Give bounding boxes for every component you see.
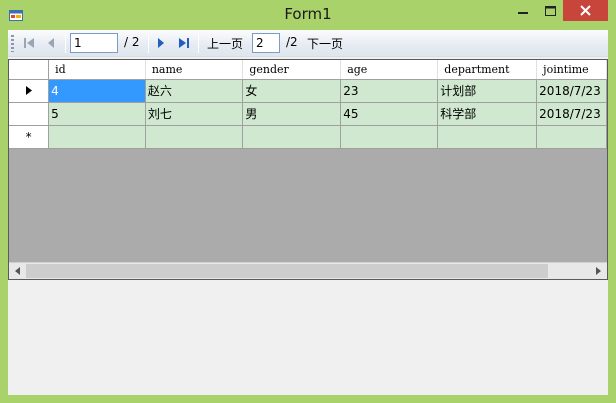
- form1-window: Form1 / 2: [0, 0, 616, 403]
- cell-gender[interactable]: 女: [242, 79, 342, 103]
- scrollbar-thumb[interactable]: [26, 264, 548, 278]
- current-row-arrow-icon: [25, 85, 32, 95]
- binding-navigator: / 2 上一页 /2 下一页: [8, 30, 608, 57]
- new-row-marker[interactable]: *: [9, 125, 50, 149]
- move-last-icon: [179, 38, 189, 48]
- move-first-button[interactable]: [21, 35, 37, 51]
- cell-jointime[interactable]: 2018/7/23: [536, 79, 607, 103]
- new-cell[interactable]: [242, 125, 342, 149]
- horizontal-scrollbar[interactable]: [9, 262, 607, 279]
- table-row[interactable]: 5 刘七 男 45 科学部 2018/7/23: [9, 102, 607, 126]
- minimize-button[interactable]: [509, 0, 537, 21]
- column-header-id[interactable]: id: [48, 60, 146, 80]
- column-header-name[interactable]: name: [145, 60, 244, 80]
- move-next-button[interactable]: [153, 35, 169, 51]
- cell-department[interactable]: 科学部: [437, 102, 538, 126]
- client-area: / 2 上一页 /2 下一页: [8, 30, 608, 395]
- column-header-age[interactable]: age: [340, 60, 439, 80]
- chevron-right-icon: [596, 267, 601, 275]
- column-header-department[interactable]: department: [437, 60, 538, 80]
- toolbar-separator: [148, 34, 149, 53]
- new-cell[interactable]: [48, 125, 146, 149]
- toolbar-separator: [198, 34, 199, 53]
- move-last-button[interactable]: [176, 35, 192, 51]
- title-bar[interactable]: Form1: [0, 0, 616, 30]
- table-row[interactable]: 4 赵六 女 23 计划部 2018/7/23: [9, 79, 607, 103]
- row-header[interactable]: [9, 102, 50, 126]
- new-cell[interactable]: [536, 125, 607, 149]
- next-page-button[interactable]: 下一页: [307, 35, 343, 52]
- new-cell[interactable]: [437, 125, 538, 149]
- cell-id[interactable]: 4: [48, 79, 146, 103]
- position-input[interactable]: [70, 33, 118, 53]
- scroll-left-button[interactable]: [9, 263, 26, 279]
- move-previous-button[interactable]: [43, 35, 59, 51]
- cell-id[interactable]: 5: [48, 102, 146, 126]
- grid-table: id name gender age department jointime 4: [9, 60, 607, 149]
- move-previous-icon: [48, 38, 54, 48]
- close-button[interactable]: [563, 0, 608, 21]
- new-row[interactable]: *: [9, 125, 607, 149]
- toolbar-grip[interactable]: [11, 35, 14, 52]
- top-left-header-cell[interactable]: [9, 60, 50, 80]
- column-header-row: id name gender age department jointime: [9, 60, 607, 80]
- column-header-gender[interactable]: gender: [242, 60, 342, 80]
- page-total-label: /2: [286, 35, 298, 49]
- new-cell[interactable]: [340, 125, 439, 149]
- scroll-right-button[interactable]: [590, 263, 607, 279]
- cell-jointime[interactable]: 2018/7/23: [536, 102, 607, 126]
- cell-department[interactable]: 计划部: [437, 79, 538, 103]
- chevron-left-icon: [15, 267, 20, 275]
- cell-name[interactable]: 刘七: [145, 102, 244, 126]
- count-label: / 2: [124, 35, 140, 49]
- column-header-jointime[interactable]: jointime: [536, 60, 607, 80]
- prev-page-button[interactable]: 上一页: [207, 35, 243, 52]
- new-cell[interactable]: [145, 125, 244, 149]
- maximize-button[interactable]: [537, 0, 563, 21]
- data-grid-view[interactable]: id name gender age department jointime 4: [8, 59, 608, 280]
- move-next-icon: [158, 38, 164, 48]
- row-header-current[interactable]: [9, 79, 50, 103]
- toolbar-separator: [65, 34, 66, 53]
- cell-age[interactable]: 45: [340, 102, 439, 126]
- cell-age[interactable]: 23: [340, 79, 439, 103]
- close-icon: [580, 5, 591, 16]
- cell-gender[interactable]: 男: [242, 102, 342, 126]
- cell-name[interactable]: 赵六: [145, 79, 244, 103]
- move-first-icon: [24, 38, 34, 48]
- page-input[interactable]: [252, 33, 280, 53]
